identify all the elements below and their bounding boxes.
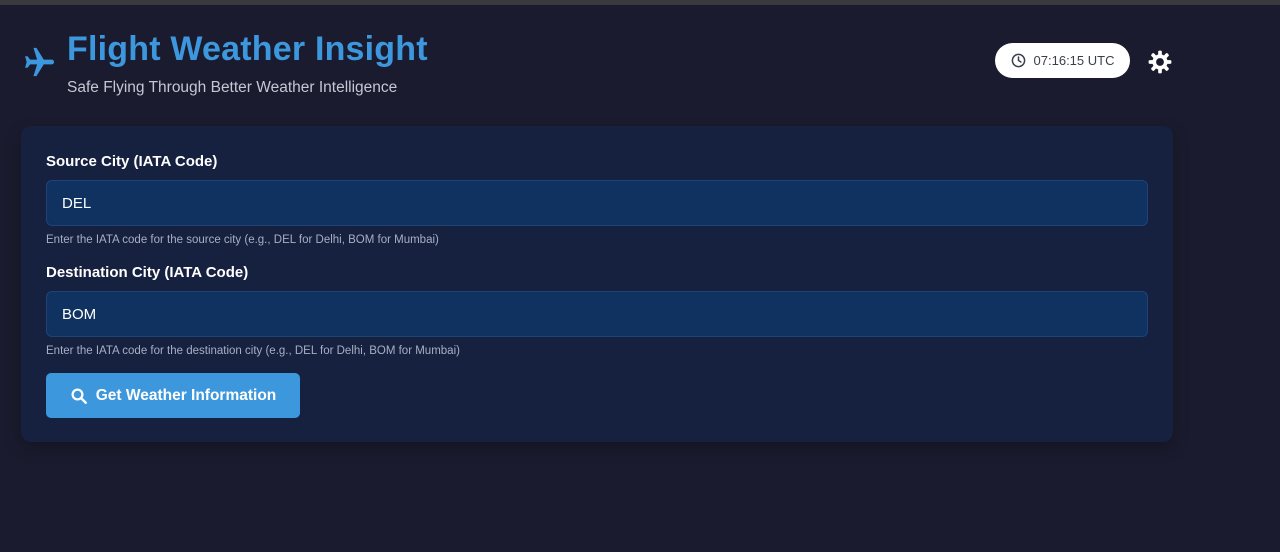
gear-icon[interactable]: [1147, 49, 1173, 75]
app-subtitle: Safe Flying Through Better Weather Intel…: [67, 79, 398, 96]
settings-button[interactable]: [1146, 48, 1174, 76]
destination-city-help: Enter the IATA code for the destination …: [46, 345, 460, 357]
destination-city-input[interactable]: [46, 291, 1148, 337]
get-weather-button[interactable]: Get Weather Information: [46, 373, 300, 418]
airplane-icon: [20, 43, 58, 81]
search-icon: [71, 388, 87, 404]
destination-city-label: Destination City (IATA Code): [46, 264, 249, 281]
source-city-input[interactable]: [46, 180, 1148, 226]
clock-text: 07:16:15 UTC: [1033, 53, 1115, 68]
get-weather-button-label: Get Weather Information: [95, 386, 277, 404]
source-city-help: Enter the IATA code for the source city …: [46, 234, 439, 246]
app-title: Flight Weather Insight: [67, 30, 428, 68]
window-top-strip: [0, 0, 1280, 5]
app-header: Flight Weather Insight Safe Flying Throu…: [20, 30, 1180, 110]
source-city-label: Source City (IATA Code): [46, 153, 218, 170]
utc-clock: 07:16:15 UTC: [995, 43, 1130, 78]
clock-icon: [1011, 53, 1025, 68]
route-form-card: Source City (IATA Code) Enter the IATA c…: [21, 126, 1173, 442]
